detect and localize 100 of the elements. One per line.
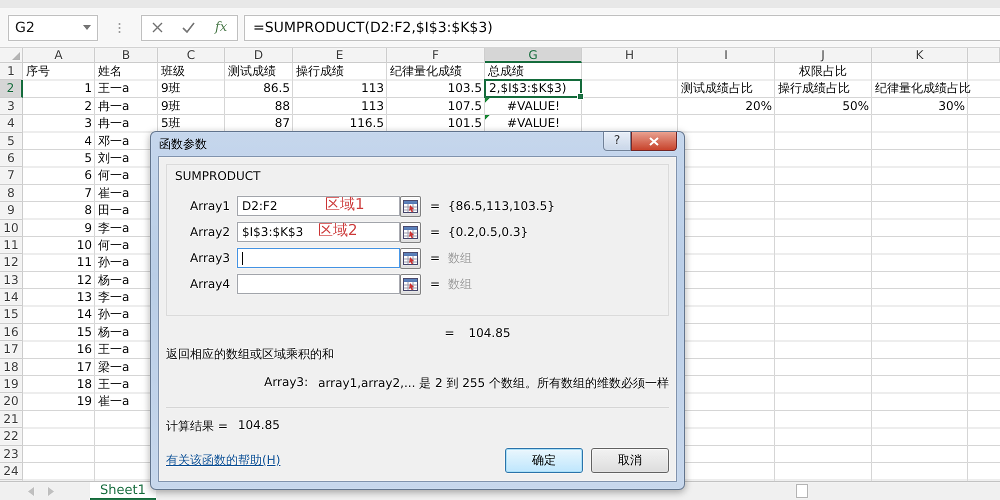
cancel-button[interactable]: 取消 bbox=[591, 448, 669, 473]
table-cell-text: 50% bbox=[841, 98, 870, 115]
corner-triangle-icon bbox=[12, 52, 20, 60]
annotation-text: 区域1 bbox=[325, 195, 365, 214]
table-cell: 2,$I$3:$K$3) bbox=[484, 79, 582, 98]
table-cell-text: 8 bbox=[83, 202, 93, 220]
table-cell-text: 崔一a bbox=[97, 184, 130, 202]
column-header[interactable]: D bbox=[225, 48, 293, 63]
formula-result: 104.85 bbox=[468, 326, 511, 340]
table-cell-text: 操行成绩占比 bbox=[777, 80, 851, 98]
row-header[interactable]: 13 bbox=[0, 272, 23, 290]
row-header[interactable]: 3 bbox=[0, 98, 23, 116]
row-header[interactable]: 16 bbox=[0, 324, 23, 342]
drag-handle-icon[interactable] bbox=[118, 22, 121, 34]
table-cell-text: 田一a bbox=[97, 202, 130, 220]
previous-sheet-icon[interactable] bbox=[28, 487, 34, 496]
table-cell-text: 冉一a bbox=[97, 115, 130, 132]
argument-label: Array4 bbox=[189, 277, 231, 291]
function-name: SUMPRODUCT bbox=[175, 169, 262, 183]
column-header[interactable]: G bbox=[485, 48, 582, 63]
equals-sign: = bbox=[428, 199, 442, 213]
row-header[interactable]: 12 bbox=[0, 254, 23, 272]
scrollbar-button[interactable] bbox=[796, 484, 808, 498]
table-cell-text: 杨一a bbox=[97, 272, 130, 289]
range-picker-icon bbox=[403, 252, 418, 264]
table-cell-text: 序号 bbox=[25, 63, 51, 80]
help-button[interactable]: ? bbox=[603, 132, 631, 151]
column-header[interactable]: I bbox=[678, 48, 775, 63]
range-picker-button[interactable] bbox=[400, 274, 421, 294]
row-header[interactable]: 19 bbox=[0, 376, 23, 394]
row-header[interactable]: 5 bbox=[0, 132, 23, 150]
table-cell-text: 李一a bbox=[97, 289, 130, 306]
table-cell-text: 邓一a bbox=[97, 132, 130, 150]
table-cell-text: 86.5 bbox=[262, 80, 291, 98]
table-cell-text: 12 bbox=[76, 272, 93, 289]
table-cell-text: 20% bbox=[744, 98, 773, 115]
cancel-icon[interactable] bbox=[152, 22, 163, 33]
row-header[interactable]: 15 bbox=[0, 306, 23, 324]
argument-field[interactable] bbox=[237, 248, 400, 268]
table-cell-text: 何一a bbox=[97, 236, 130, 254]
range-picker-button[interactable] bbox=[400, 196, 421, 216]
row-header[interactable]: 4 bbox=[0, 115, 23, 133]
column-header[interactable]: E bbox=[293, 48, 387, 63]
column-header[interactable]: B bbox=[95, 48, 158, 63]
row-header[interactable]: 14 bbox=[0, 289, 23, 306]
close-button[interactable] bbox=[631, 132, 677, 151]
range-picker-icon bbox=[403, 278, 418, 290]
row-header[interactable]: 8 bbox=[0, 184, 23, 202]
row-header[interactable]: 24 bbox=[0, 462, 23, 480]
table-cell-text: 11 bbox=[76, 254, 93, 272]
table-cell-text: 113 bbox=[360, 98, 385, 115]
table-cell-text: 15 bbox=[76, 324, 93, 341]
help-link[interactable]: 有关该函数的帮助(H) bbox=[166, 452, 497, 469]
row-header[interactable]: 21 bbox=[0, 410, 23, 428]
ok-button[interactable]: 确定 bbox=[505, 448, 583, 473]
row-header[interactable]: 22 bbox=[0, 428, 23, 446]
argument-label: Array3 bbox=[189, 251, 231, 265]
column-header[interactable]: H bbox=[582, 48, 678, 63]
row-header[interactable]: 11 bbox=[0, 236, 23, 254]
table-cell-text: 杨一a bbox=[97, 324, 130, 341]
column-header[interactable]: A bbox=[23, 48, 95, 63]
table-cell-text: 李一a bbox=[97, 220, 130, 237]
row-header[interactable]: 18 bbox=[0, 358, 23, 376]
range-picker-button[interactable] bbox=[400, 222, 421, 242]
next-sheet-icon[interactable] bbox=[48, 487, 54, 496]
column-header[interactable]: K bbox=[872, 48, 968, 63]
sheet-tab[interactable]: Sheet1 bbox=[90, 482, 156, 500]
insert-function-button[interactable]: fx bbox=[215, 20, 228, 35]
table-cell-text: 2 bbox=[83, 98, 93, 115]
row-header[interactable]: 1 bbox=[0, 63, 23, 80]
function-description: 返回相应的数组或区域乘积的和 bbox=[166, 346, 335, 363]
table-cell-text: 116.5 bbox=[348, 115, 385, 132]
argument-label: Array1 bbox=[189, 199, 231, 213]
row-header[interactable]: 23 bbox=[0, 446, 23, 463]
calc-result-value: 104.85 bbox=[238, 418, 280, 434]
table-cell-text: 30% bbox=[937, 98, 966, 115]
table-cell-text: 14 bbox=[76, 306, 93, 324]
close-icon bbox=[649, 136, 659, 146]
row-header[interactable]: 9 bbox=[0, 202, 23, 220]
row-header[interactable]: 20 bbox=[0, 393, 23, 411]
range-picker-button[interactable] bbox=[400, 248, 421, 268]
column-header[interactable]: C bbox=[158, 48, 225, 63]
row-header[interactable]: 10 bbox=[0, 220, 23, 237]
name-box[interactable]: G2 bbox=[8, 14, 98, 40]
check-icon[interactable] bbox=[182, 22, 196, 33]
formula-field[interactable]: =SUMPRODUCT(D2:F2,$I$3:$K$3) bbox=[244, 14, 1000, 40]
range-picker-icon bbox=[403, 200, 418, 212]
argument-label: Array2 bbox=[189, 225, 231, 239]
row-header[interactable]: 7 bbox=[0, 167, 23, 185]
argument-field[interactable] bbox=[237, 274, 400, 294]
table-cell-text: 103.5 bbox=[446, 80, 483, 98]
column-header[interactable]: F bbox=[387, 48, 485, 63]
table-cell-text: 姓名 bbox=[97, 63, 123, 80]
column-header[interactable]: J bbox=[775, 48, 872, 63]
table-cell-text: 何一a bbox=[97, 167, 130, 184]
row-header[interactable]: 17 bbox=[0, 341, 23, 359]
select-all-button[interactable] bbox=[0, 48, 23, 63]
table-cell-text: 13 bbox=[76, 289, 93, 306]
row-header[interactable]: 2 bbox=[0, 80, 23, 98]
row-header[interactable]: 6 bbox=[0, 150, 23, 168]
